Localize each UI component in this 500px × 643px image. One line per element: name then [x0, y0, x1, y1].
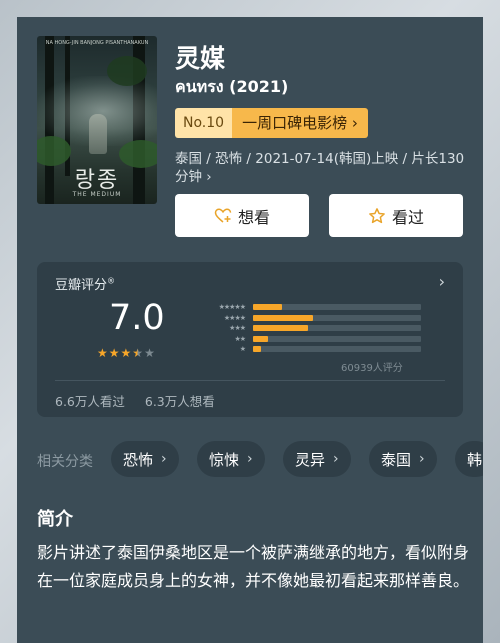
chevron-right-icon[interactable]: ›	[439, 272, 445, 291]
want-to-watch-label: 想看	[237, 207, 270, 227]
rating-count: 60939人评分	[341, 363, 403, 374]
poster-foliage	[107, 56, 147, 86]
intro-text: 影片讲述了泰国伊桑地区是一个被萨满继承的地方，看似附身在一位家庭成员身上的女神，…	[37, 543, 470, 590]
rating-bar-fill	[253, 304, 282, 310]
watched-label: 看过	[391, 207, 424, 227]
rating-distribution-row: ★★★★	[205, 313, 421, 323]
chevron-right-icon: ›	[333, 451, 339, 467]
movie-title: 灵媒	[175, 44, 226, 73]
heart-plus-icon	[214, 207, 232, 223]
rating-bar-fill	[253, 314, 314, 321]
category-chip[interactable]: 惊悚 ›	[197, 441, 265, 477]
rating-panel[interactable]: 豆瓣评分® › 7.0 ★ ★ ★ ★ ★ ★★★★★ ★★★★ ★★★ ★★ ★ 60…	[37, 262, 463, 417]
rating-footer: 6.6万人看过 6.3万人想看	[55, 391, 231, 410]
category-chip[interactable]: 泰国 ›	[369, 441, 437, 477]
star-level-icon: ★★★★★	[218, 303, 246, 311]
chevron-right-icon: ›	[351, 114, 358, 132]
seen-count: 6.6万人看过	[55, 394, 125, 409]
rank-badge[interactable]: No.10 一周口碑电影榜 ›	[175, 108, 368, 138]
rating-source-label: 豆瓣评分®	[55, 276, 116, 293]
category-chip[interactable]: 韩	[455, 441, 483, 477]
chevron-right-icon: ›	[419, 451, 425, 467]
star-level-icon: ★	[239, 345, 246, 354]
rating-bar-fill	[253, 325, 309, 332]
intro-title: 简介	[37, 509, 73, 530]
poster-tagline: THE MEDIUM	[72, 191, 122, 198]
star-level-icon: ★★★	[229, 324, 246, 333]
category-chip[interactable]: 恐怖 ›	[111, 441, 179, 477]
star-outline-icon	[369, 207, 385, 223]
rating-distribution-row: ★	[205, 344, 421, 354]
category-chip[interactable]: 灵异 ›	[283, 441, 351, 477]
rating-bar-track	[253, 314, 421, 321]
star-level-icon: ★★	[234, 334, 246, 343]
rating-bar-fill	[253, 346, 262, 353]
related-categories-label: 相关分类	[37, 454, 93, 470]
star-icon: ★	[108, 346, 120, 360]
rating-distribution: ★★★★★ ★★★★ ★★★ ★★ ★	[205, 302, 421, 355]
poster-credits: NA HONG-JIN BANJONG PISANTHANAKUN	[45, 40, 149, 46]
rating-bar-track	[253, 325, 421, 332]
rank-list-name: 一周口碑电影榜 ›	[232, 108, 368, 138]
star-icon: ★	[120, 346, 132, 360]
chevron-right-icon: ›	[161, 451, 167, 467]
rating-score: 7.0	[109, 298, 165, 338]
rating-distribution-row: ★★★★★	[205, 302, 421, 312]
rating-distribution-row: ★★★	[205, 323, 421, 333]
poster-title: 랑종	[74, 168, 120, 193]
movie-poster[interactable]: NA HONG-JIN BANJONG PISANTHANAKUN 랑종 THE…	[37, 36, 157, 204]
star-half-icon: ★	[132, 346, 144, 360]
star-icon: ★	[97, 346, 108, 360]
rank-number: No.10	[175, 108, 233, 138]
movie-card: NA HONG-JIN BANJONG PISANTHANAKUN 랑종 THE…	[17, 17, 483, 643]
chevron-right-icon: ›	[247, 451, 253, 467]
want-count: 6.3万人想看	[144, 394, 215, 409]
rating-stars: ★ ★ ★ ★ ★	[97, 346, 155, 360]
movie-meta[interactable]: 泰国 / 恐怖 / 2021-07-14(韩国)上映 / 片长130分钟 ›	[175, 150, 465, 186]
rating-distribution-row: ★★	[205, 334, 421, 344]
movie-original-title: คนทรง (2021)	[175, 77, 289, 96]
poster-figure	[89, 114, 107, 154]
rating-bar-fill	[253, 335, 269, 342]
star-level-icon: ★★★★	[223, 313, 246, 322]
watched-button[interactable]: 看过	[329, 194, 463, 237]
chevron-right-icon: ›	[206, 169, 212, 185]
want-to-watch-button[interactable]: 想看	[175, 194, 309, 237]
rating-bar-track	[253, 335, 421, 342]
rating-bar-track	[253, 304, 421, 310]
rating-bar-track	[253, 346, 421, 353]
divider	[55, 380, 445, 381]
star-icon: ★	[144, 346, 155, 360]
